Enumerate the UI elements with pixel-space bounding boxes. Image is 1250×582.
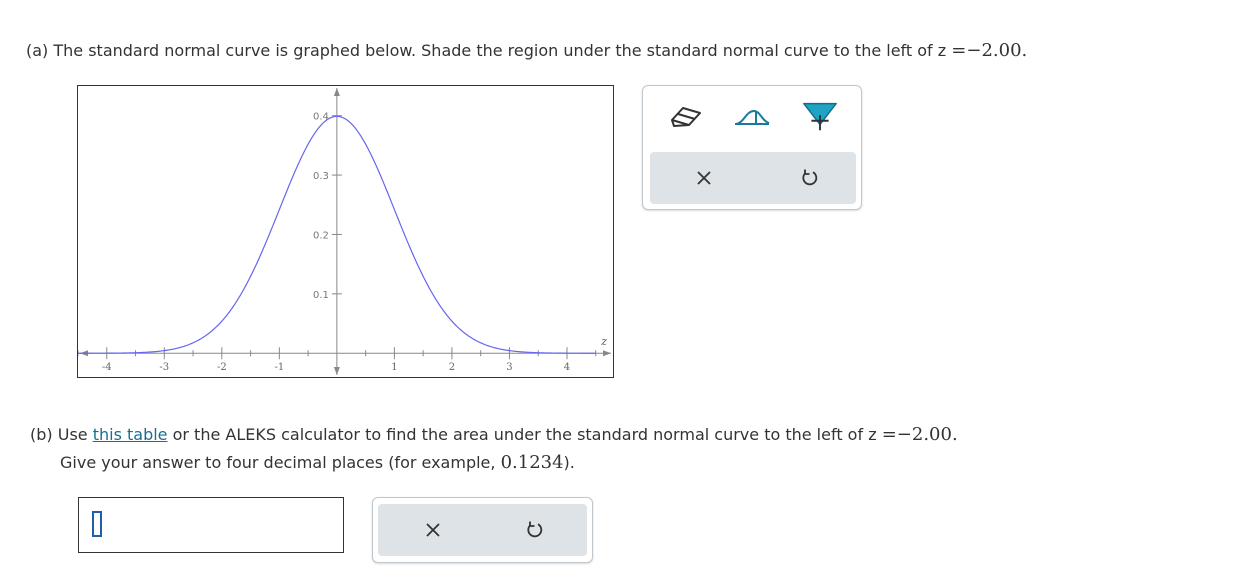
curve-tool-button[interactable]: [732, 96, 772, 136]
this-table-link[interactable]: this table: [93, 425, 168, 444]
x-tick-label: -3: [159, 362, 169, 373]
part-b-suffix: .: [951, 424, 958, 445]
undo-icon: [802, 169, 818, 186]
answer-input[interactable]: [78, 497, 344, 553]
eraser-tool-button[interactable]: [666, 96, 706, 136]
x-tick-label: -1: [274, 362, 284, 373]
clear-answer-button[interactable]: [408, 504, 458, 556]
y-tick-label: 0.3: [313, 171, 329, 182]
normal-curve-graph[interactable]: -4 -3 -2 -1 1 2 3 4 0.1 0.2 0.3 0.4 z: [77, 85, 614, 378]
y-tick-label: 0.1: [313, 290, 329, 301]
answer-action-bar: [378, 504, 587, 556]
undo-answer-button[interactable]: [510, 504, 560, 556]
part-a-variable: z: [937, 41, 947, 60]
part-b-variable: z: [868, 425, 877, 444]
y-tick-label: 0.4: [313, 112, 329, 123]
part-a-question: (a) The standard normal curve is graphed…: [26, 40, 1027, 61]
x-tick-label: 1: [391, 362, 397, 373]
part-b-prefix: (b) Use: [30, 425, 93, 444]
shade-region-icon: [803, 102, 837, 131]
part-b-example: 0.1234: [500, 452, 564, 473]
eraser-icon: [671, 107, 701, 127]
input-cursor: [92, 511, 102, 537]
x-icon: [426, 523, 440, 537]
y-tick-label: 0.2: [313, 230, 329, 241]
part-b-value: −2.00: [896, 424, 952, 445]
x-tick-label: 2: [449, 362, 455, 373]
part-b-line2-suffix: ).: [563, 453, 575, 472]
x-tick-label: -2: [217, 362, 227, 373]
z-axis-label: z: [600, 335, 607, 348]
x-icon: [697, 171, 711, 185]
x-tick-label: 4: [564, 362, 570, 373]
y-axis-top-arrow: [333, 88, 340, 96]
y-axis-bottom-arrow: [333, 367, 340, 375]
graph-tool-panel: [642, 85, 862, 210]
answer-tool-panel: [372, 497, 593, 563]
x-tick-label: -4: [102, 362, 112, 373]
part-a-equals: =: [951, 40, 967, 61]
graph-tool-action-bar: [650, 152, 856, 204]
part-a-prefix: (a) The standard normal curve is graphed…: [26, 41, 938, 60]
normal-curve-tool-icon: [735, 109, 770, 125]
part-a-value: −2.00: [966, 40, 1022, 61]
part-b-question: (b) Use this table or the ALEKS calculat…: [30, 424, 958, 445]
part-b-instructions: Give your answer to four decimal places …: [60, 452, 575, 473]
part-b-equals: =: [881, 424, 897, 445]
normal-curve-chart[interactable]: -4 -3 -2 -1 1 2 3 4 0.1 0.2 0.3 0.4 z: [78, 86, 613, 377]
undo-icon: [527, 521, 543, 538]
x-axis-right-arrow: [603, 350, 611, 357]
x-tick-label: 3: [506, 362, 512, 373]
undo-graph-button[interactable]: [785, 152, 835, 204]
part-a-suffix: .: [1021, 40, 1028, 61]
shade-tool-button[interactable]: [800, 96, 840, 136]
clear-graph-button[interactable]: [679, 152, 729, 204]
part-b-line2-prefix: Give your answer to four decimal places …: [60, 453, 501, 472]
part-b-middle: or the ALEKS calculator to find the area…: [167, 425, 869, 444]
